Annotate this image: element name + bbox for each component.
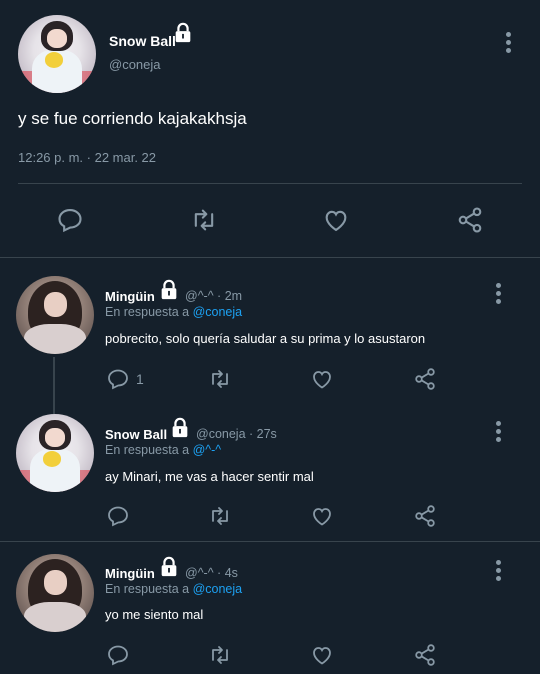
reply-context: En respuesta a @^-^ bbox=[105, 443, 221, 457]
lock-icon bbox=[161, 279, 177, 300]
display-name[interactable]: Mingüin bbox=[105, 566, 155, 581]
tweet-text: pobrecito, solo quería saludar a su prim… bbox=[105, 331, 426, 346]
share-icon[interactable] bbox=[412, 367, 438, 391]
tweet-text: y se fue corriendo kajakakhsja bbox=[18, 109, 247, 128]
display-name[interactable]: Mingüin bbox=[105, 289, 155, 304]
reply-icon[interactable] bbox=[56, 206, 84, 234]
reply-prefix: En respuesta a bbox=[105, 305, 190, 319]
reply-icon[interactable] bbox=[106, 504, 130, 528]
reply-prefix: En respuesta a bbox=[105, 443, 190, 457]
avatar[interactable] bbox=[16, 554, 94, 632]
reply-to-link[interactable]: @^-^ bbox=[193, 443, 222, 457]
more-options-icon[interactable] bbox=[496, 560, 502, 584]
divider bbox=[18, 183, 522, 184]
display-name[interactable]: Snow Ball bbox=[109, 33, 176, 49]
share-icon[interactable] bbox=[455, 206, 485, 234]
lock-icon bbox=[161, 556, 177, 577]
retweet-icon[interactable] bbox=[207, 643, 233, 667]
section-divider bbox=[0, 257, 540, 258]
retweet-icon[interactable] bbox=[189, 206, 219, 234]
tweet-text: ay Minari, me vas a hacer sentir mal bbox=[105, 469, 314, 484]
more-options-icon[interactable] bbox=[496, 283, 502, 307]
like-icon[interactable] bbox=[310, 367, 334, 391]
like-icon[interactable] bbox=[310, 643, 334, 667]
avatar[interactable] bbox=[16, 414, 94, 492]
timestamp[interactable]: 12:26 p. m. · 22 mar. 22 bbox=[18, 150, 156, 165]
lock-icon bbox=[172, 417, 188, 438]
reply-icon[interactable] bbox=[106, 367, 130, 391]
share-icon[interactable] bbox=[412, 504, 438, 528]
reply-context: En respuesta a @coneja bbox=[105, 582, 242, 596]
more-options-icon[interactable] bbox=[506, 32, 512, 56]
avatar[interactable] bbox=[16, 276, 94, 354]
reply-to-link[interactable]: @coneja bbox=[193, 305, 243, 319]
avatar[interactable] bbox=[18, 15, 96, 93]
like-icon[interactable] bbox=[322, 206, 350, 234]
reply-icon[interactable] bbox=[106, 643, 130, 667]
retweet-icon[interactable] bbox=[207, 367, 233, 391]
thread-line bbox=[53, 357, 55, 414]
reply-to-link[interactable]: @coneja bbox=[193, 582, 243, 596]
handle-time[interactable]: @^-^ · 2m bbox=[185, 289, 242, 303]
reply-prefix: En respuesta a bbox=[105, 582, 190, 596]
more-options-icon[interactable] bbox=[496, 421, 502, 445]
like-icon[interactable] bbox=[310, 504, 334, 528]
share-icon[interactable] bbox=[412, 643, 438, 667]
reply-divider bbox=[0, 541, 540, 542]
display-name[interactable]: Snow Ball bbox=[105, 427, 167, 442]
reply-count: 1 bbox=[136, 371, 144, 387]
retweet-icon[interactable] bbox=[207, 504, 233, 528]
handle[interactable]: @coneja bbox=[109, 57, 161, 72]
lock-icon bbox=[175, 22, 191, 43]
tweet-text: yo me siento mal bbox=[105, 607, 204, 622]
handle-time[interactable]: @^-^ · 4s bbox=[185, 566, 238, 580]
handle-time[interactable]: @coneja · 27s bbox=[196, 427, 277, 441]
reply-context: En respuesta a @coneja bbox=[105, 305, 242, 319]
